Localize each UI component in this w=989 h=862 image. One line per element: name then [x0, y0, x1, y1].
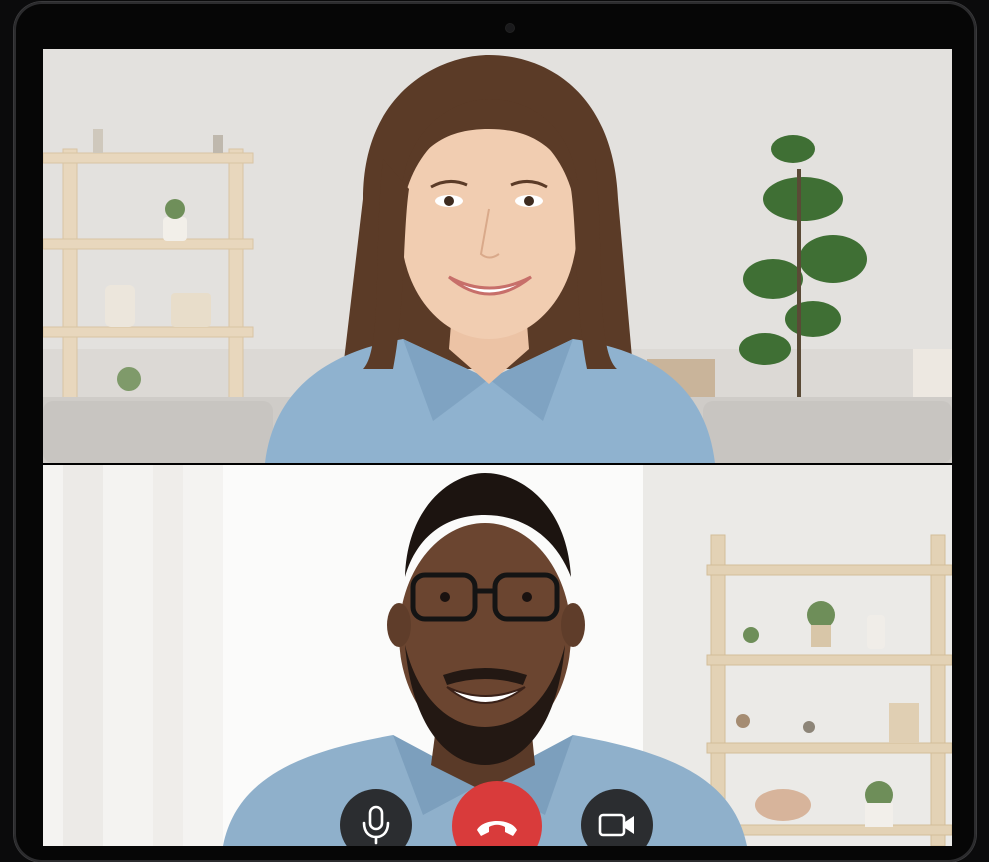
video-call-screen [43, 49, 952, 846]
video-camera-icon [598, 813, 634, 837]
camera-toggle-button[interactable] [581, 789, 653, 846]
call-controls [43, 781, 952, 846]
microphone-icon [362, 805, 390, 845]
end-call-button[interactable] [452, 781, 542, 846]
mute-button[interactable] [340, 789, 412, 846]
participant-video-top[interactable] [43, 49, 952, 463]
phone-hangup-icon [477, 821, 517, 836]
participant-video-top-frame [43, 49, 952, 463]
front-camera [506, 24, 514, 32]
